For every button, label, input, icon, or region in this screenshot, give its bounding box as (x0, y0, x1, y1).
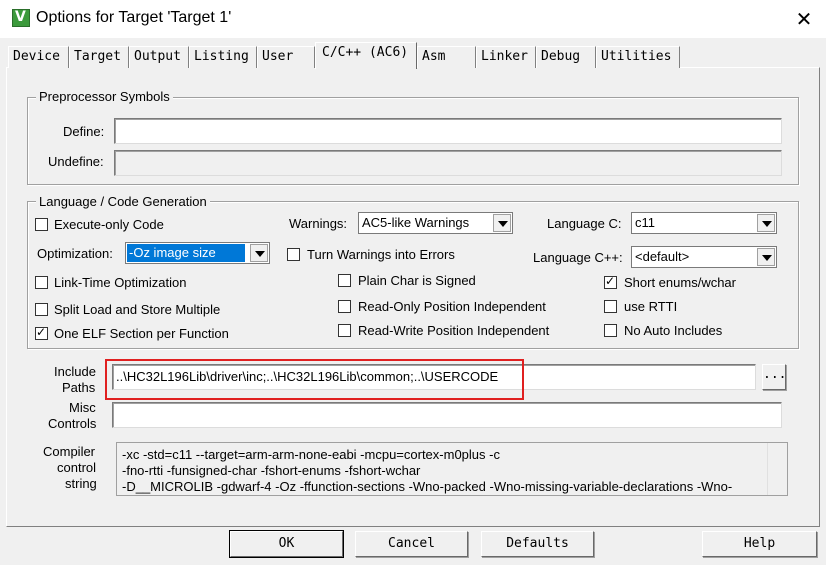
preprocessor-legend: Preprocessor Symbols (36, 89, 173, 104)
defaults-button[interactable]: Defaults (481, 531, 594, 557)
compiler-line-1: -xc -std=c11 --target=arm-arm-none-eabi … (122, 447, 500, 462)
highlight-box (105, 359, 524, 400)
cancel-button[interactable]: Cancel (355, 531, 468, 557)
language-c-label: Language C: (547, 216, 622, 231)
help-button[interactable]: Help (702, 531, 817, 557)
compiler-line-2: -fno-rtti -funsigned-char -fshort-enums … (122, 463, 421, 478)
split-load-label: Split Load and Store Multiple (54, 302, 221, 317)
define-input[interactable] (114, 118, 782, 144)
tab-user[interactable]: User (257, 46, 315, 68)
tab-linker[interactable]: Linker (476, 46, 536, 68)
turn-warnings-errors-checkbox[interactable] (287, 248, 300, 261)
link-time-checkbox[interactable] (35, 276, 48, 289)
include-label-line2: Paths (62, 380, 96, 395)
language-legend: Language / Code Generation (36, 194, 210, 209)
plain-char-label: Plain Char is Signed (358, 273, 476, 288)
execute-only-label: Execute-only Code (54, 217, 164, 232)
chevron-down-icon[interactable] (250, 244, 268, 262)
compiler-control-string[interactable]: -xc -std=c11 --target=arm-arm-none-eabi … (116, 442, 788, 496)
link-time-label: Link-Time Optimization (54, 275, 187, 290)
tab-utilities[interactable]: Utilities (596, 46, 680, 68)
short-enums-label: Short enums/wchar (624, 275, 736, 290)
compiler-scrollbar[interactable] (767, 443, 787, 495)
compiler-label-line2: control (57, 460, 97, 475)
rw-pos-indep-label: Read-Write Position Independent (358, 323, 550, 338)
app-icon: V (12, 9, 30, 27)
include-label-line1: Include (54, 364, 96, 379)
define-label: Define: (63, 124, 105, 139)
misc-controls-input[interactable] (112, 402, 782, 428)
optimization-value: -Oz image size (127, 244, 245, 262)
compiler-label-line3: string (65, 476, 97, 491)
ro-pos-indep-checkbox[interactable] (338, 300, 351, 313)
split-load-checkbox[interactable] (35, 303, 48, 316)
rw-pos-indep-checkbox[interactable] (338, 324, 351, 337)
tab-asm[interactable]: Asm (417, 46, 476, 68)
undefine-input[interactable] (114, 150, 782, 176)
tab-debug[interactable]: Debug (536, 46, 596, 68)
language-cpp-select[interactable]: <default> (631, 246, 777, 268)
no-auto-includes-checkbox[interactable] (604, 324, 617, 337)
warnings-label: Warnings: (289, 216, 348, 231)
undefine-label: Undefine: (48, 154, 104, 169)
ok-button[interactable]: OK (229, 530, 344, 558)
include-browse-button[interactable]: ... (762, 364, 786, 390)
optimization-select[interactable]: -Oz image size (125, 242, 270, 264)
tab-device[interactable]: Device (8, 46, 69, 68)
no-auto-includes-label: No Auto Includes (624, 323, 723, 338)
plain-char-checkbox[interactable] (338, 274, 351, 287)
warnings-value: AC5-like Warnings (362, 215, 470, 230)
warnings-select[interactable]: AC5-like Warnings (358, 212, 513, 234)
language-c-select[interactable]: c11 (631, 212, 777, 234)
one-elf-label: One ELF Section per Function (54, 326, 229, 341)
chevron-down-icon[interactable] (757, 248, 775, 266)
app-icon-letter: V (15, 9, 26, 25)
language-cpp-value: <default> (635, 249, 690, 264)
compiler-line-3: -D__MICROLIB -gdwarf-4 -Oz -ffunction-se… (122, 479, 733, 494)
execute-only-checkbox[interactable] (35, 218, 48, 231)
use-rtti-checkbox[interactable] (604, 300, 617, 313)
ro-pos-indep-label: Read-Only Position Independent (358, 299, 546, 314)
close-icon[interactable]: ✕ (786, 2, 822, 36)
chevron-down-icon[interactable] (493, 214, 511, 232)
one-elf-checkbox[interactable] (35, 325, 48, 340)
use-rtti-label: use RTTI (624, 299, 678, 314)
tab-cpp-ac6[interactable]: C/C++ (AC6) (315, 42, 417, 69)
tab-output[interactable]: Output (129, 46, 189, 68)
misc-label-line2: Controls (48, 416, 97, 431)
chevron-down-icon[interactable] (757, 214, 775, 232)
short-enums-checkbox[interactable] (604, 274, 617, 289)
language-cpp-label: Language C++: (533, 250, 623, 265)
turn-warnings-errors-label: Turn Warnings into Errors (307, 247, 455, 262)
language-c-value: c11 (635, 215, 655, 230)
tab-target[interactable]: Target (69, 46, 129, 68)
misc-label-line1: Misc (69, 400, 96, 415)
compiler-label-line1: Compiler (43, 444, 96, 459)
tab-listing[interactable]: Listing (189, 46, 257, 68)
window-title: Options for Target 'Target 1' (36, 9, 232, 26)
optimization-label: Optimization: (37, 246, 113, 261)
